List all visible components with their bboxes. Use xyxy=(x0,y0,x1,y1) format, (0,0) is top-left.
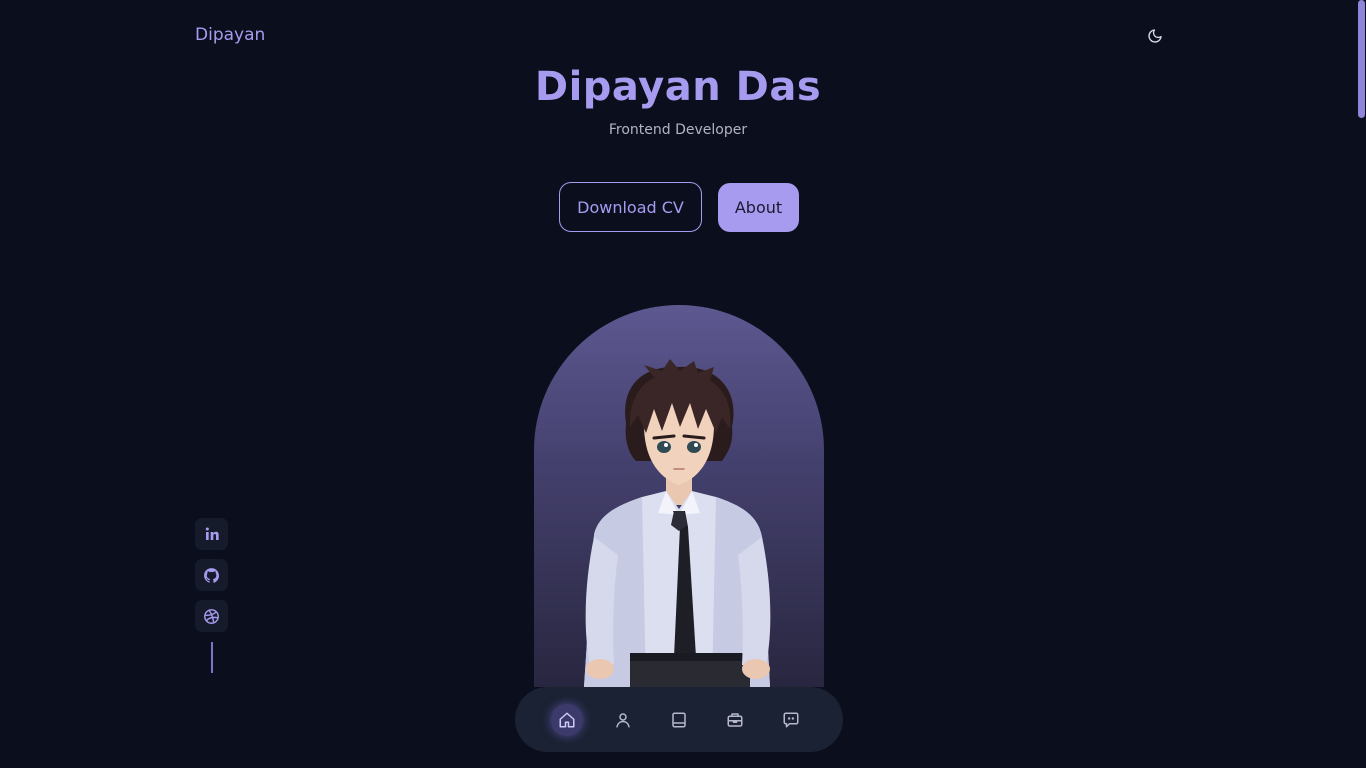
book-icon xyxy=(672,712,686,728)
briefcase-icon xyxy=(727,713,743,727)
chat-icon xyxy=(783,712,799,728)
nav-portfolio[interactable] xyxy=(719,704,751,736)
social-divider-line xyxy=(211,642,213,673)
header: Dipayan xyxy=(0,0,1356,72)
home-icon xyxy=(559,712,575,728)
about-button[interactable]: About xyxy=(718,183,799,232)
dribbble-link[interactable] xyxy=(195,600,228,632)
logo-link[interactable]: Dipayan xyxy=(195,25,265,45)
anime-boy-illustration xyxy=(584,359,771,687)
page-scrollbar[interactable] xyxy=(1356,0,1366,768)
user-icon xyxy=(616,713,630,728)
scrollbar-thumb[interactable] xyxy=(1358,0,1365,118)
github-link[interactable] xyxy=(195,559,228,591)
nav-about[interactable] xyxy=(607,704,639,736)
moon-icon xyxy=(1148,29,1162,43)
nav-contact[interactable] xyxy=(775,704,807,736)
nav-resume[interactable] xyxy=(663,704,695,736)
bottom-nav xyxy=(515,687,843,752)
page: Dipayan Dipayan Das Frontend Developer D… xyxy=(0,0,1366,768)
theme-toggle-button[interactable] xyxy=(1143,24,1167,48)
linkedin-link[interactable] xyxy=(195,518,228,550)
dribbble-icon xyxy=(204,608,219,624)
download-cv-button[interactable]: Download CV xyxy=(559,182,702,232)
hero-name: Dipayan Das xyxy=(534,64,822,110)
github-icon xyxy=(204,567,220,583)
linkedin-icon xyxy=(205,527,219,540)
profile-portrait xyxy=(534,305,824,687)
nav-home[interactable] xyxy=(551,704,583,736)
hero-role: Frontend Developer xyxy=(608,122,748,138)
